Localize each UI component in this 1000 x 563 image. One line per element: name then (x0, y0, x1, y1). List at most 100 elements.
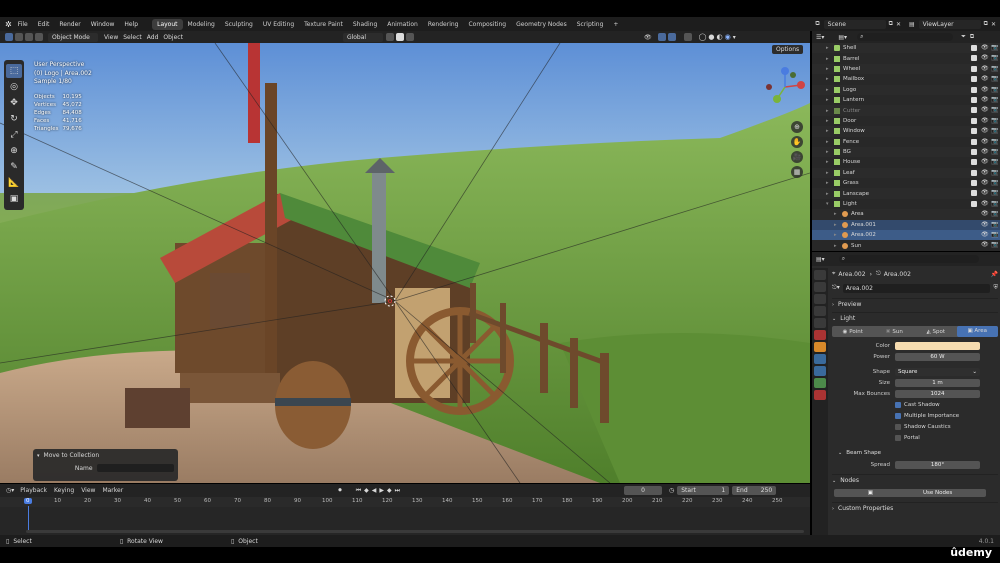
rotate-tool-icon[interactable]: ↻ (6, 112, 22, 126)
select-tool-icon[interactable]: ⬚ (6, 64, 22, 78)
material-shading-icon[interactable]: ◐ (717, 33, 723, 41)
tab-modeling[interactable]: Modeling (183, 19, 220, 30)
timeline[interactable]: 0 10 20 30 40 50 60 70 80 90 100 110 120… (0, 497, 810, 535)
scene-name[interactable]: Scene (823, 19, 886, 29)
select-invert-icon[interactable] (35, 33, 43, 41)
scene-tab-icon[interactable] (814, 318, 826, 328)
spread-field[interactable]: 180° (895, 460, 980, 469)
transform-orientation-dropdown[interactable]: Global (342, 32, 383, 42)
pin-icon[interactable]: 📌 (991, 271, 998, 278)
tab-uv-editing[interactable]: UV Editing (258, 19, 299, 30)
annotate-tool-icon[interactable]: ✎ (6, 160, 22, 174)
select-extend-icon[interactable] (15, 33, 23, 41)
jump-start-icon[interactable]: ⏮ (356, 487, 361, 495)
overlay-icon[interactable] (667, 33, 676, 41)
outliner-row[interactable]: ▸ Shell 👁 📷 (812, 43, 1000, 54)
tab-shading[interactable]: Shading (348, 19, 382, 30)
play-icon[interactable]: ▶ (379, 487, 384, 494)
output-tab-icon[interactable] (814, 294, 826, 304)
select-subtract-icon[interactable] (25, 33, 33, 41)
playhead[interactable] (28, 506, 29, 533)
filter-icon[interactable]: ⏷ (961, 33, 966, 41)
wireframe-shading-icon[interactable]: ◯ (699, 33, 707, 41)
object-menu[interactable]: Object (163, 34, 183, 41)
properties-search-input[interactable]: ⌕ (838, 255, 979, 263)
delete-scene-icon[interactable]: ✕ (896, 21, 901, 28)
prev-key-icon[interactable]: ◆ (364, 487, 369, 494)
start-frame-field[interactable]: Start 1 (677, 486, 730, 495)
editor-type-icon[interactable]: ◷▾ (6, 487, 14, 494)
measure-tool-icon[interactable]: 📐 (6, 176, 22, 190)
shadow-caustics-checkbox[interactable] (895, 423, 901, 430)
select-box-icon[interactable] (5, 33, 13, 41)
outliner-row[interactable]: ▸ Area.002 👁 📷 (812, 230, 1000, 241)
outliner-row[interactable]: ▸ Door 👁 📷 (812, 116, 1000, 126)
light-type-spot[interactable]: ◭ Spot (915, 329, 957, 335)
add-workspace-icon[interactable]: + (608, 19, 623, 30)
outliner-row[interactable]: ▸ Logo 👁 📷 (812, 84, 1000, 95)
marker-menu[interactable]: Marker (102, 487, 123, 494)
outliner-row[interactable]: ▸ Sun 👁 📷 (812, 240, 1000, 250)
outliner-row[interactable]: ▸ Lantern 👁 📷 (812, 95, 1000, 105)
menu-help[interactable]: Help (124, 21, 138, 28)
outliner-row[interactable]: ▸ Area.001 👁 📷 (812, 219, 1000, 231)
tab-scripting[interactable]: Scripting (572, 19, 609, 30)
record-icon[interactable]: ⏺ (338, 486, 342, 495)
add-cube-tool-icon[interactable]: ▣ (6, 192, 22, 206)
outliner-row[interactable]: ▸ BG 👁 📷 (812, 146, 1000, 158)
cast-shadow-checkbox[interactable] (895, 401, 901, 408)
jump-end-icon[interactable]: ⏭ (395, 487, 400, 495)
texture-tab-icon[interactable] (814, 390, 826, 400)
playback-menu[interactable]: Playback (20, 487, 47, 494)
end-frame-field[interactable]: End 250 (732, 486, 777, 495)
ortho-toggle-icon[interactable]: ▦ (791, 166, 803, 178)
size-field[interactable]: 1 m (895, 378, 980, 387)
power-field[interactable]: 60 W (895, 352, 980, 361)
preview-range-icon[interactable]: ◷ (669, 487, 674, 494)
outliner-row[interactable]: ▸ Area 👁 📷 (812, 209, 1000, 220)
color-swatch[interactable] (895, 341, 980, 350)
outliner[interactable]: ▸ Shell 👁 📷 ▸ Barrel 👁 📷 ▸ Wheel 👁 📷 ▸ Mailbox 👁 📷 ▸… (812, 43, 1000, 251)
fake-user-icon[interactable]: ⛨ (993, 284, 998, 292)
light-type-sun[interactable]: ☼ Sun (874, 329, 916, 335)
tab-compositing[interactable]: Compositing (463, 19, 511, 30)
new-collection-icon[interactable]: ⧉ (970, 33, 974, 41)
add-menu[interactable]: Add (147, 34, 159, 41)
view-menu[interactable]: View (81, 487, 95, 494)
cursor-tool-icon[interactable]: ◎ (6, 80, 22, 94)
view-layer-tab-icon[interactable] (814, 306, 826, 316)
light-type-area[interactable]: ▣ Area (956, 326, 998, 337)
render-tab-icon[interactable] (814, 282, 826, 292)
pan-icon[interactable]: ✋ (791, 136, 803, 148)
gizmo-icon[interactable] (657, 33, 666, 41)
datablock-type-icon[interactable]: ⎋▾ (832, 284, 840, 292)
pivot-icon[interactable] (385, 33, 394, 41)
snap-icon[interactable] (395, 33, 404, 41)
navigation-gizmo[interactable] (763, 65, 807, 109)
view-menu[interactable]: View (104, 34, 118, 41)
new-layer-icon[interactable]: ⧉ (984, 20, 988, 28)
outliner-editor-icon[interactable]: ☰▾ (816, 34, 824, 41)
shading-options-icon[interactable]: ▾ (733, 34, 736, 41)
options-dropdown[interactable]: Options (772, 45, 804, 54)
tab-layout[interactable]: Layout (152, 18, 183, 30)
menu-file[interactable]: File (18, 21, 28, 28)
filter-display-icon[interactable]: ▤▾ (838, 34, 847, 41)
transform-tool-icon[interactable]: ⊕ (6, 144, 22, 158)
rendered-shading-icon[interactable]: ◉ (725, 33, 731, 41)
mode-dropdown[interactable]: Object Mode (48, 32, 98, 42)
outliner-row[interactable]: ▸ Wheel 👁 📷 (812, 63, 1000, 75)
tab-animation[interactable]: Animation (382, 19, 423, 30)
multiple-importance-checkbox[interactable] (895, 412, 901, 419)
outliner-row[interactable]: ▸ Grass 👁 📷 (812, 178, 1000, 188)
name-input[interactable] (96, 464, 174, 472)
tool-tab-icon[interactable] (814, 270, 826, 280)
outliner-search-input[interactable]: ⌕ (857, 33, 954, 41)
delete-layer-icon[interactable]: ✕ (991, 21, 996, 28)
outliner-row[interactable]: ▾ Light 👁 📷 (812, 199, 1000, 209)
collapse-icon[interactable]: ▾ (37, 453, 40, 459)
light-panel-header[interactable]: ⌄ Light (832, 312, 998, 324)
outliner-row[interactable]: ▸ Fence 👁 📷 (812, 137, 1000, 147)
scale-tool-icon[interactable]: ⤢ (6, 128, 22, 142)
light-type-point[interactable]: ◉ Point (832, 329, 874, 335)
